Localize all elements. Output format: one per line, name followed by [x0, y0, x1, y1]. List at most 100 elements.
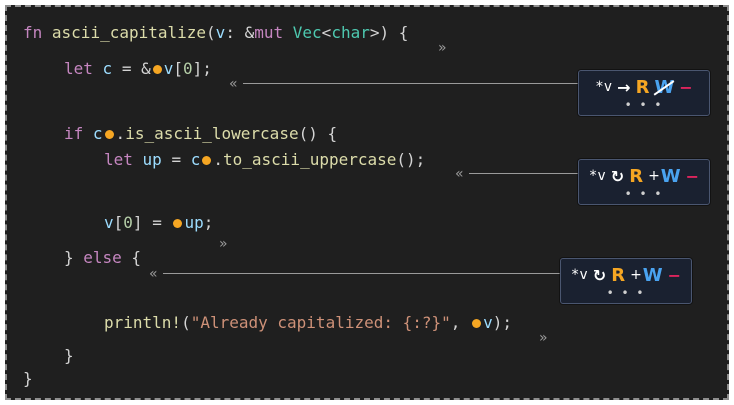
line-marker-open: «	[149, 266, 158, 282]
permission-row: *v → R W −	[579, 76, 709, 98]
gain-marker: +	[648, 168, 660, 184]
restore-icon: ↻	[610, 166, 625, 186]
loan-point-marker[interactable]	[104, 130, 114, 139]
place-label: *v	[570, 267, 588, 283]
place-label: *v	[595, 79, 613, 95]
more-options-icon[interactable]: • • •	[561, 286, 691, 300]
own-permission-lost: −	[679, 77, 693, 97]
code-line: } else {	[64, 248, 141, 268]
code-token: ,	[450, 313, 471, 332]
code-token: let	[64, 59, 93, 78]
code-token: [	[173, 59, 183, 78]
code-token: println!	[104, 313, 182, 332]
code-line: }	[64, 346, 74, 366]
code-token: to_ascii_uppercase	[223, 150, 397, 169]
code-line: let c = & v[0];	[64, 59, 212, 79]
code-token: }	[64, 248, 84, 267]
read-permission: R	[635, 76, 650, 98]
connector-line	[469, 173, 582, 174]
permission-row: *v ↻ R + W −	[579, 165, 709, 187]
code-token: c	[92, 124, 103, 143]
permission-box[interactable]: *v ↻ R + W − • • •	[578, 159, 710, 205]
line-marker-close: »	[539, 330, 548, 346]
code-token: .	[213, 150, 223, 169]
code-token: fn	[23, 23, 43, 42]
read-permission: R	[611, 264, 626, 286]
own-permission-lost: −	[667, 265, 682, 285]
permission-box[interactable]: *v ↻ R + W − • • •	[560, 258, 692, 304]
code-token: mut	[254, 23, 284, 42]
permission-row: *v ↻ R + W −	[561, 264, 691, 286]
code-token: v	[163, 59, 174, 78]
loan-point-marker[interactable]	[173, 219, 183, 228]
write-permission: W	[654, 76, 675, 98]
code-token: >) {	[369, 23, 409, 42]
code-line: if c .is_ascii_lowercase() {	[64, 124, 337, 144]
code-token: [	[113, 213, 124, 232]
loan-point-marker[interactable]	[152, 65, 162, 74]
code-token: }	[64, 346, 74, 365]
code-token: Vec	[292, 23, 322, 42]
code-token: c	[102, 59, 113, 78]
code-token: let	[104, 150, 133, 169]
write-permission: W	[642, 264, 663, 286]
loan-point-marker[interactable]	[472, 319, 482, 328]
line-marker-open: «	[455, 166, 464, 182]
line-marker-open: «	[229, 76, 238, 92]
code-token: }	[23, 369, 33, 388]
code-token: "Already capitalized: {:?}"	[190, 313, 451, 332]
code-line: let up = c .to_ascii_uppercase();	[104, 150, 425, 170]
code-token: v	[215, 23, 226, 42]
arrow-right-icon: →	[617, 77, 631, 97]
connector-line	[243, 83, 581, 84]
code-token: () {	[298, 124, 338, 143]
place-label: *v	[588, 168, 606, 184]
write-permission: W	[660, 165, 681, 187]
more-options-icon[interactable]: • • •	[579, 187, 709, 201]
code-token: <	[321, 23, 332, 42]
gain-marker: +	[630, 267, 642, 283]
code-token: v	[104, 213, 114, 232]
code-token: ];	[192, 59, 212, 78]
permission-box[interactable]: *v → R W − • • •	[578, 70, 710, 116]
code-token: .	[115, 124, 126, 143]
code-token: = &	[112, 59, 151, 78]
code-token: ();	[396, 150, 426, 169]
code-token: 0	[123, 213, 133, 232]
own-permission-lost: −	[685, 166, 700, 186]
code-token: 0	[183, 59, 193, 78]
code-token: );	[492, 313, 512, 332]
code-token: (	[206, 23, 216, 42]
line-marker-close: »	[438, 40, 447, 56]
code-token: =	[161, 150, 191, 169]
code-token: if	[64, 124, 84, 143]
code-token: {	[121, 248, 142, 267]
read-permission: R	[629, 165, 644, 187]
code-line: }	[23, 369, 33, 389]
restore-icon: ↻	[592, 265, 607, 285]
code-token: ;	[203, 213, 214, 232]
code-token: up	[142, 150, 162, 169]
code-token: is_ascii_lowercase	[125, 124, 299, 143]
code-editor-frame: fn ascii_capitalize(v: &mut Vec<char>) {…	[5, 5, 729, 400]
code-token: ] =	[132, 213, 172, 232]
code-token: : &	[225, 23, 255, 42]
code-token: up	[184, 213, 204, 232]
loan-point-marker[interactable]	[202, 156, 212, 165]
code-token: ascii_capitalize	[51, 23, 207, 42]
code-line: println!("Already capitalized: {:?}", v)…	[104, 313, 512, 333]
code-line: v[0] = up;	[104, 213, 213, 233]
code-line: fn ascii_capitalize(v: &mut Vec<char>) {	[23, 23, 408, 43]
code-token: c	[190, 150, 201, 169]
line-marker-close: »	[219, 236, 228, 252]
code-token: v	[483, 313, 493, 332]
code-token: char	[331, 23, 370, 42]
more-options-icon[interactable]: • • •	[579, 98, 709, 112]
connector-line	[163, 273, 562, 274]
code-token: else	[83, 248, 122, 267]
